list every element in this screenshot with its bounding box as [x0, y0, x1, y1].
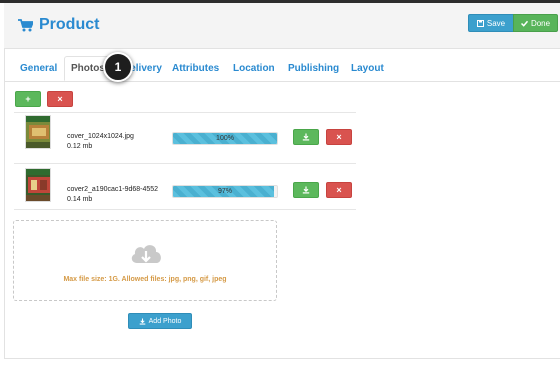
tab-attributes[interactable]: Attributes	[172, 56, 219, 81]
file-name: cover_1024x1024.jpg	[67, 133, 134, 140]
file-size: 0.14 mb	[67, 196, 93, 203]
remove-all-button[interactable]: ×	[47, 91, 73, 107]
checkmark-icon	[520, 20, 528, 27]
download-icon	[302, 186, 310, 194]
tab-publishing[interactable]: Publishing	[288, 56, 339, 81]
upload-icon	[139, 317, 145, 325]
download-button[interactable]	[293, 129, 319, 145]
add-row-button[interactable]: +	[15, 91, 41, 107]
file-thumbnail	[25, 115, 51, 149]
save-button[interactable]: Save	[468, 14, 514, 32]
download-icon	[302, 133, 310, 141]
row-divider	[14, 209, 356, 210]
tab-location[interactable]: Location	[233, 56, 275, 81]
done-button-label: Done	[530, 18, 551, 28]
upload-progress-bar: 100%	[172, 132, 278, 145]
shopping-cart-icon	[18, 18, 33, 31]
file-thumbnail	[25, 168, 51, 202]
drop-zone-hint: Max file size: 1G. Allowed files: jpg, p…	[63, 276, 227, 283]
delete-button[interactable]: ×	[326, 129, 352, 145]
file-size: 0.12 mb	[67, 143, 93, 150]
cloud-download-icon	[131, 245, 161, 263]
floppy-disk-icon	[476, 19, 484, 27]
file-drop-zone[interactable]: Max file size: 1G. Allowed files: jpg, p…	[13, 220, 277, 301]
upload-progress-bar: 97%	[172, 185, 278, 198]
step-marker: 1	[103, 52, 133, 82]
page-title: Product	[18, 16, 99, 34]
progress-label: 100%	[216, 135, 234, 142]
download-button[interactable]	[293, 182, 319, 198]
progress-label: 97%	[217, 188, 232, 195]
row-divider	[14, 112, 356, 113]
file-name: cover2_a190cac1-9d68-4552	[67, 186, 159, 193]
add-photo-button[interactable]: Add Photo	[128, 313, 192, 329]
tab-general[interactable]: General	[20, 56, 57, 81]
row-divider	[14, 163, 356, 164]
done-button[interactable]: Done	[513, 14, 558, 32]
add-photo-label: Add Photo	[148, 317, 182, 325]
save-button-label: Save	[486, 18, 506, 28]
tab-bar: General Photos Delivery Attributes Locat…	[4, 56, 560, 82]
tab-layout[interactable]: Layout	[351, 56, 384, 81]
delete-button[interactable]: ×	[326, 182, 352, 198]
page-title-text: Product	[39, 16, 100, 33]
